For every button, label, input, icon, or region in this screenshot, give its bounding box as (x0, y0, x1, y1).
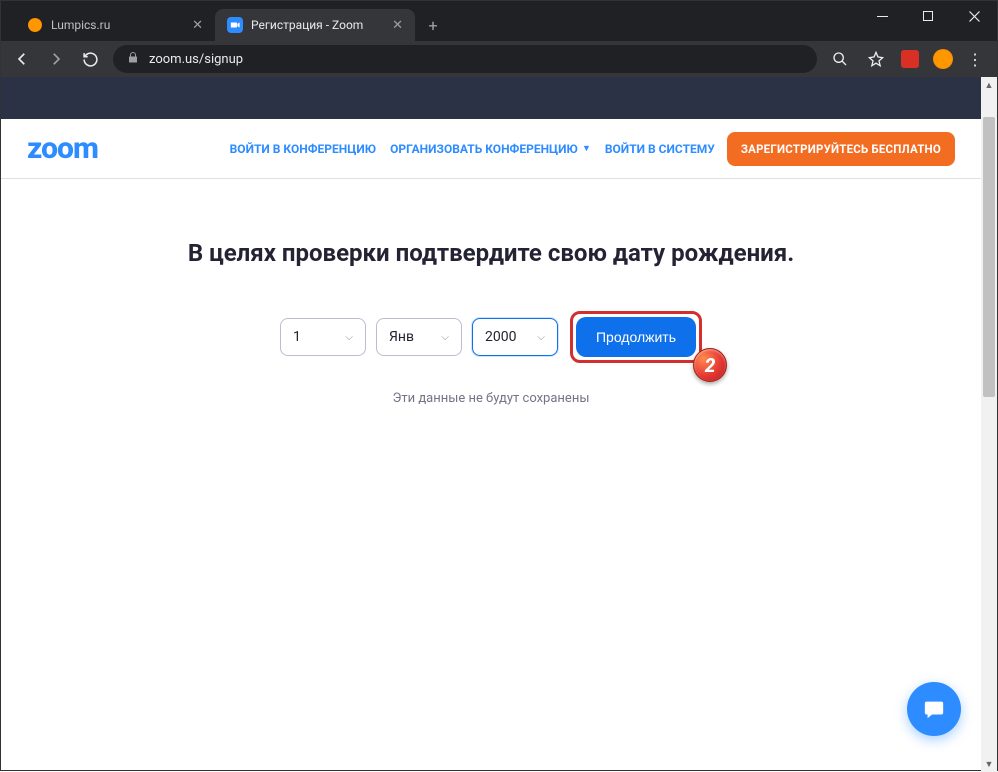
step-number: 2 (705, 354, 716, 377)
browser-titlebar: Lumpics.ru ✕ Регистрация - Zoom ✕ + (1, 1, 997, 41)
signin-link[interactable]: ВОЙТИ В СИСТЕМУ (603, 140, 717, 158)
month-select[interactable]: Янв ⌵ (376, 318, 462, 356)
zoom-logo[interactable]: zoom (27, 131, 98, 166)
year-select[interactable]: 2000 ⌵ (472, 318, 558, 356)
profile-avatar-icon[interactable] (933, 49, 953, 69)
birthdate-row: 1 ⌵ Янв ⌵ 2000 ⌵ Продолжить 2 (41, 311, 941, 363)
close-window-button[interactable] (951, 1, 997, 31)
favicon-zoom-icon (227, 17, 243, 33)
top-banner (1, 77, 981, 119)
annotation-highlight: Продолжить 2 (570, 311, 702, 363)
tab-lumpics[interactable]: Lumpics.ru ✕ (15, 9, 215, 41)
main-content: В целях проверки подтвердите свою дату р… (1, 179, 981, 406)
forward-button[interactable] (45, 48, 67, 70)
signup-label: ЗАРЕГИСТРИРУЙТЕСЬ БЕСПЛАТНО (741, 142, 941, 156)
host-meeting-label: ОРГАНИЗОВАТЬ КОНФЕРЕНЦИЮ (390, 142, 578, 156)
maximize-button[interactable] (905, 1, 951, 31)
new-tab-button[interactable]: + (419, 11, 447, 39)
close-tab-icon[interactable]: ✕ (392, 18, 403, 33)
host-meeting-link[interactable]: ОРГАНИЗОВАТЬ КОНФЕРЕНЦИЮ ▼ (388, 140, 593, 158)
year-value: 2000 (485, 329, 516, 345)
chevron-down-icon: ⌵ (537, 332, 545, 343)
continue-button[interactable]: Продолжить (576, 317, 696, 357)
tab-title: Регистрация - Zoom (251, 18, 363, 32)
lock-icon (127, 51, 139, 67)
address-bar: zoom.us/signup ⋮ (1, 41, 997, 77)
zoom-header: zoom ВОЙТИ В КОНФЕРЕНЦИЮ ОРГАНИЗОВАТЬ КО… (1, 119, 981, 179)
continue-label: Продолжить (596, 329, 676, 345)
vertical-scrollbar[interactable]: ▲ ▼ (981, 77, 997, 772)
minimize-button[interactable] (859, 1, 905, 31)
chat-icon (922, 698, 946, 720)
signin-label: ВОЙТИ В СИСТЕМУ (605, 142, 715, 156)
reload-button[interactable] (79, 48, 101, 70)
url-field[interactable]: zoom.us/signup (113, 45, 817, 73)
signup-free-button[interactable]: ЗАРЕГИСТРИРУЙТЕСЬ БЕСПЛАТНО (727, 132, 955, 166)
chevron-down-icon: ⌵ (441, 332, 449, 343)
join-meeting-link[interactable]: ВОЙТИ В КОНФЕРЕНЦИЮ (228, 140, 378, 158)
browser-menu-icon[interactable]: ⋮ (967, 50, 983, 69)
day-value: 1 (293, 329, 301, 345)
scroll-up-icon[interactable]: ▲ (981, 77, 997, 93)
bookmark-icon[interactable] (865, 48, 887, 70)
scrollbar-thumb[interactable] (983, 117, 995, 397)
window-controls (859, 1, 997, 41)
tab-zoom-signup[interactable]: Регистрация - Zoom ✕ (215, 9, 415, 41)
favicon-lumpics-icon (27, 17, 43, 33)
close-tab-icon[interactable]: ✕ (192, 18, 203, 33)
search-address-icon[interactable] (829, 48, 851, 70)
scroll-down-icon[interactable]: ▼ (981, 756, 997, 772)
chevron-down-icon: ▼ (582, 143, 591, 154)
back-button[interactable] (11, 48, 33, 70)
chevron-down-icon: ⌵ (345, 332, 353, 343)
extension-shield-icon[interactable] (901, 50, 919, 68)
disclaimer-text: Эти данные не будут сохранены (41, 391, 941, 406)
url-text: zoom.us/signup (149, 52, 243, 67)
chat-support-button[interactable] (907, 682, 961, 736)
page-heading: В целях проверки подтвердите свою дату р… (41, 239, 941, 267)
month-value: Янв (389, 329, 414, 345)
day-select[interactable]: 1 ⌵ (280, 318, 366, 356)
annotation-step-badge: 2 (693, 348, 727, 382)
join-meeting-label: ВОЙТИ В КОНФЕРЕНЦИЮ (230, 142, 376, 156)
tab-title: Lumpics.ru (51, 18, 110, 32)
